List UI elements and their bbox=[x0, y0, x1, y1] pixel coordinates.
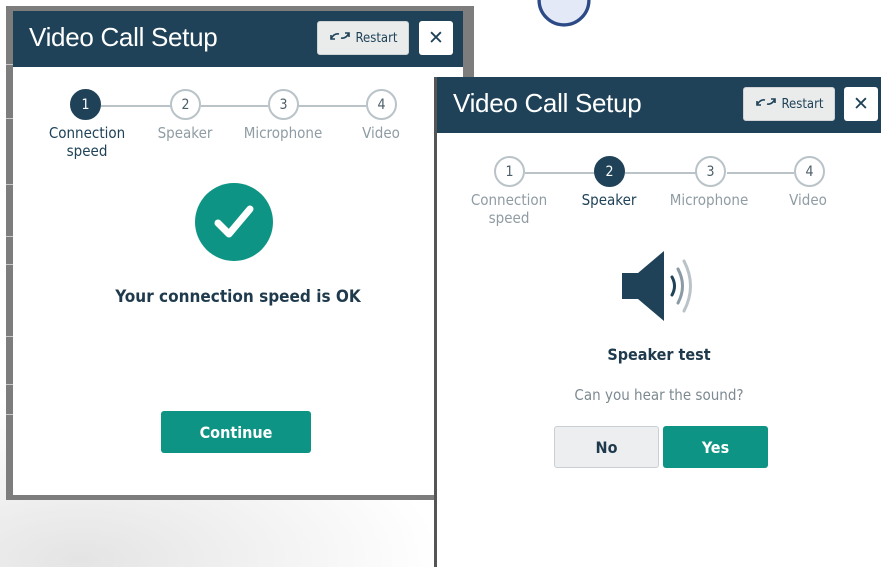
restart-button[interactable]: Restart bbox=[317, 21, 409, 55]
progress-stepper: 1 2 3 4 Connection speed Speaker Microph… bbox=[437, 156, 881, 246]
step-4-circle: 4 bbox=[366, 89, 397, 120]
speaker-test-heading: Speaker test bbox=[607, 345, 711, 364]
dialog-title: Video Call Setup bbox=[453, 88, 642, 118]
step-3-circle: 3 bbox=[695, 156, 726, 187]
speaker-icon bbox=[622, 251, 692, 321]
setup-dialog-connection: Video Call Setup Restart ✕ 1 2 3 4 Conne… bbox=[13, 11, 463, 495]
step-1-circle: 1 bbox=[494, 156, 525, 187]
step-2-circle: 2 bbox=[170, 89, 201, 120]
status-message: Your connection speed is OK bbox=[115, 287, 361, 307]
speaker-question: Can you hear the sound? bbox=[574, 386, 744, 404]
dialog-header: Video Call Setup Restart ✕ bbox=[437, 77, 881, 133]
circle-shape bbox=[537, 0, 591, 27]
close-icon: ✕ bbox=[853, 93, 869, 115]
no-button[interactable]: No bbox=[554, 426, 659, 468]
step-connector bbox=[201, 105, 268, 107]
restart-label: Restart bbox=[781, 96, 824, 112]
step-4-circle: 4 bbox=[794, 156, 825, 187]
refresh-icon bbox=[755, 95, 777, 113]
close-button[interactable]: ✕ bbox=[419, 21, 453, 55]
close-icon: ✕ bbox=[428, 27, 444, 49]
step-connector bbox=[727, 172, 794, 174]
refresh-icon bbox=[329, 29, 351, 47]
continue-button[interactable]: Continue bbox=[161, 411, 311, 453]
step-1-circle: 1 bbox=[70, 89, 101, 120]
dialog-header: Video Call Setup Restart ✕ bbox=[13, 11, 463, 67]
step-3-circle: 3 bbox=[268, 89, 299, 120]
step-4-label: Video bbox=[362, 124, 400, 142]
step-1-label: Connection speed bbox=[470, 191, 548, 227]
step-1-label: Connection speed bbox=[48, 124, 126, 160]
step-2-label: Speaker bbox=[157, 124, 213, 142]
step-2-label: Speaker bbox=[581, 191, 637, 209]
step-connector bbox=[101, 105, 171, 107]
step-3-label: Microphone bbox=[243, 124, 323, 142]
restart-button[interactable]: Restart bbox=[743, 87, 835, 121]
setup-dialog-speaker: Video Call Setup Restart ✕ 1 2 3 4 Conne… bbox=[434, 77, 881, 567]
step-connector bbox=[298, 105, 366, 107]
dialog-title: Video Call Setup bbox=[29, 22, 218, 52]
restart-label: Restart bbox=[355, 30, 398, 46]
step-connector bbox=[525, 172, 596, 174]
checkmark-icon bbox=[195, 183, 273, 261]
yes-button[interactable]: Yes bbox=[663, 426, 768, 468]
step-2-circle: 2 bbox=[594, 156, 625, 187]
progress-stepper: 1 2 3 4 Connection speed Speaker Microph… bbox=[13, 89, 463, 179]
step-3-label: Microphone bbox=[669, 191, 749, 209]
step-4-label: Video bbox=[789, 191, 827, 209]
close-button[interactable]: ✕ bbox=[844, 87, 878, 121]
step-connector bbox=[625, 172, 697, 174]
